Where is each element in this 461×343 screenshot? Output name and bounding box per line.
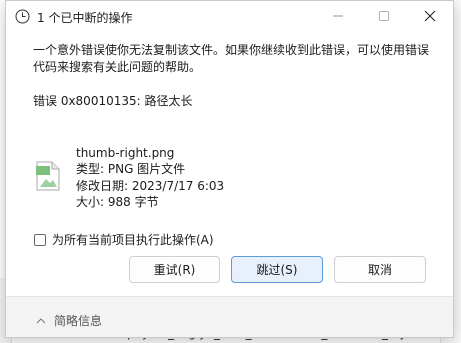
maximize-button[interactable] <box>361 1 407 31</box>
interrupted-operation-dialog: 1 个已中断的操作 一个意外错误使你无法复制该文件。如果你继续收到此错误，可以使… <box>5 0 454 338</box>
checkbox-box[interactable] <box>34 233 46 246</box>
close-button[interactable] <box>407 1 453 31</box>
skip-button[interactable]: 跳过(S) <box>231 256 323 283</box>
retry-button[interactable]: 重试(R) <box>129 256 220 283</box>
window-title: 1 个已中断的操作 <box>37 11 133 25</box>
cancel-button[interactable]: 取消 <box>334 256 426 283</box>
file-modified: 修改日期: 2023/7/17 6:03 <box>76 178 225 193</box>
error-message: 一个意外错误使你无法复制该文件。如果你继续收到此错误，可以使用错误代码来搜索有关… <box>33 43 430 74</box>
dialog-footer: 简略信息 <box>6 296 453 337</box>
minimize-icon <box>333 15 343 17</box>
apply-to-all-checkbox[interactable]: 为所有当前项目执行此操作(A) <box>34 231 214 248</box>
file-type: 类型: PNG 图片文件 <box>76 162 186 177</box>
clock-icon <box>15 9 30 24</box>
error-code: 错误 0x80010135: 路径太长 <box>33 94 193 108</box>
close-icon <box>424 10 436 22</box>
dialog-body: 一个意外错误使你无法复制该文件。如果你继续收到此错误，可以使用错误代码来搜索有关… <box>6 32 453 283</box>
file-name: thumb-right.png <box>76 146 175 160</box>
title-bar[interactable]: 1 个已中断的操作 <box>6 1 453 32</box>
fewer-details-label: 简略信息 <box>54 314 103 328</box>
png-file-icon <box>36 161 60 191</box>
minimize-button[interactable] <box>315 1 361 31</box>
maximize-icon <box>379 11 389 21</box>
file-details: thumb-right.png 类型: PNG 图片文件 修改日期: 2023/… <box>76 145 224 210</box>
fewer-details-toggle[interactable]: 简略信息 <box>36 312 102 329</box>
chevron-up-icon <box>36 317 46 323</box>
apply-to-all-label: 为所有当前项目执行此操作(A) <box>52 233 214 247</box>
file-size: 大小: 988 字节 <box>76 194 159 209</box>
